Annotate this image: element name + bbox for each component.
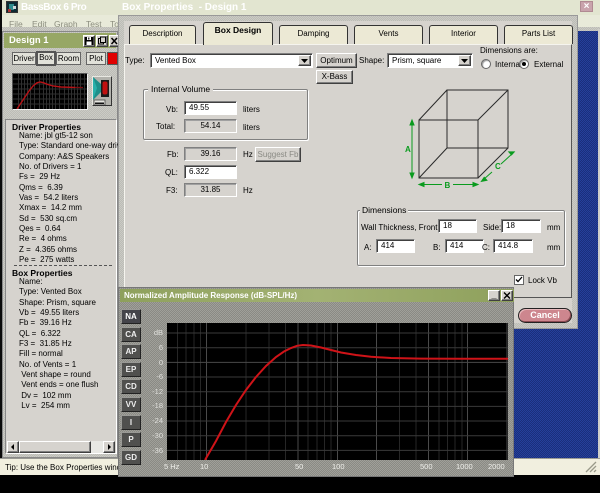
svg-text:A: A [405, 145, 411, 154]
svg-text:B: B [445, 181, 451, 190]
svg-text:C: C [495, 162, 501, 171]
